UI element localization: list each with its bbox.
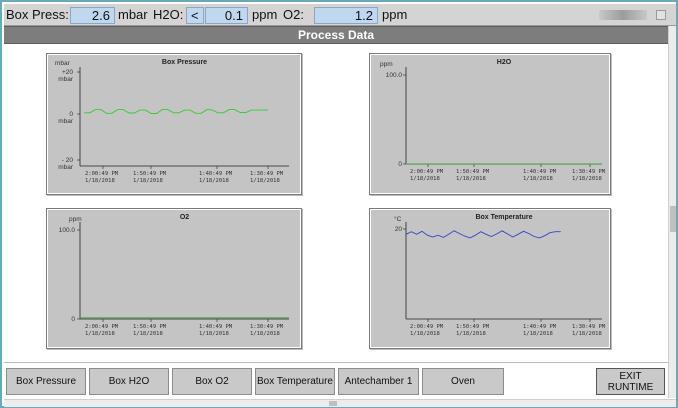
horizontal-scroll-thumb[interactable]: [329, 401, 337, 406]
x-tick-label-date: 1/18/2018: [250, 331, 280, 337]
x-tick-label-date: 1/18/2018: [199, 331, 229, 337]
x-tick-label-time: 2:00:49 PM: [410, 169, 444, 175]
chart-svg: O2ppm100.002:00:49 PM1/18/20181:50:49 PM…: [48, 210, 300, 347]
x-tick-label-time: 1:30:49 PM: [250, 324, 284, 330]
x-tick-label-date: 1/18/2018: [523, 176, 553, 182]
y-tick-label: - 20: [62, 157, 74, 164]
chart-unit-label: ppm: [380, 61, 393, 68]
chart-unit-label: °C: [394, 215, 402, 223]
box-pressure-button[interactable]: Box Pressure: [6, 368, 86, 395]
chart-panel-box-pressure: Box Pressure mbar +20 mbar 0 mbar - 20 mbar 2:00…: [46, 53, 302, 195]
y-tick-label: 100.0: [59, 227, 76, 234]
chart-title: Box Temperature: [475, 214, 532, 221]
antechamber-button[interactable]: Antechamber 1: [338, 368, 419, 395]
o2-value: 1.2: [314, 7, 378, 24]
chart-svg: Box Pressurembar+20mbar0mbar- 20mbar2:00…: [48, 55, 300, 193]
vertical-scrollbar[interactable]: [668, 26, 676, 398]
vertical-scroll-thumb[interactable]: [670, 206, 676, 232]
window-control-icon[interactable]: [656, 10, 666, 20]
chart-svg: Box Temperature°C202:00:49 PM1/18/20181:…: [371, 210, 609, 347]
y-tick-unit-label: mbar: [58, 76, 74, 83]
x-tick-label-date: 1/18/2018: [85, 331, 115, 337]
y-tick-unit-label: mbar: [58, 164, 74, 171]
x-tick-label-date: 1/18/2018: [456, 331, 486, 337]
x-tick-label-date: 1/18/2018: [133, 178, 163, 184]
horizontal-scrollbar[interactable]: [4, 399, 676, 407]
h2o-value: 0.1: [205, 7, 248, 24]
exit-runtime-button[interactable]: EXIT RUNTIME: [596, 368, 665, 395]
button-bar: Box Pressure Box H2O Box O2 Box Temperat…: [4, 362, 668, 398]
x-tick-label-time: 1:30:49 PM: [572, 169, 606, 175]
x-tick-label-time: 1:50:49 PM: [456, 324, 490, 330]
box-o2-button[interactable]: Box O2: [172, 368, 252, 395]
o2-label: O2:: [283, 7, 304, 22]
x-tick-label-date: 1/18/2018: [523, 331, 553, 337]
oven-button[interactable]: Oven: [422, 368, 504, 395]
x-tick-label-date: 1/18/2018: [410, 331, 440, 337]
box-press-label: Box Press:: [6, 7, 69, 22]
box-h2o-button[interactable]: Box H2O: [89, 368, 169, 395]
h2o-label: H2O:: [153, 7, 184, 22]
chart-svg: H2Oppm100.002:00:49 PM1/18/20181:50:49 P…: [371, 55, 609, 193]
y-tick-label: 20: [395, 226, 403, 233]
chart-title: Box Pressure: [162, 59, 207, 66]
app-window: Box Press: 2.6 mbar H2O: < 0.1 ppm O2: 1…: [0, 0, 678, 408]
y-tick-label: 0: [71, 316, 75, 323]
chart-unit-label: ppm: [69, 216, 82, 223]
box-temperature-button[interactable]: Box Temperature: [255, 368, 335, 395]
box-press-unit: mbar: [118, 7, 148, 22]
h2o-less-than: <: [186, 7, 204, 24]
x-tick-label-date: 1/18/2018: [85, 178, 115, 184]
y-tick-label: 0: [398, 161, 402, 168]
chart-panel-box-temperature: Box Temperature °C 20 2:00:49 PM 1/18/2018 1:…: [369, 208, 611, 349]
chart-title: O2: [180, 214, 189, 221]
x-tick-label-date: 1/18/2018: [572, 176, 602, 182]
x-tick-label-time: 1:50:49 PM: [133, 171, 167, 177]
chart-panel-h2o: H2O ppm 100.0 0 2:00:49 PM 1/18/2018 1:50:49 P…: [369, 53, 611, 195]
x-tick-label-time: 1:40:49 PM: [523, 324, 557, 330]
x-tick-label-date: 1/18/2018: [572, 331, 602, 337]
x-tick-label-date: 1/18/2018: [410, 176, 440, 182]
x-tick-label-time: 2:00:49 PM: [410, 324, 444, 330]
x-tick-label-time: 1:30:49 PM: [250, 171, 284, 177]
y-tick-label: +20: [62, 69, 73, 76]
x-tick-label-time: 1:30:49 PM: [572, 324, 606, 330]
status-bar: Box Press: 2.6 mbar H2O: < 0.1 ppm O2: 1…: [4, 4, 676, 26]
x-tick-label-time: 1:50:49 PM: [133, 324, 167, 330]
y-tick-label: 100.0: [386, 72, 403, 79]
o2-unit: ppm: [382, 7, 408, 22]
x-tick-label-date: 1/18/2018: [456, 176, 486, 182]
x-tick-label-date: 1/18/2018: [250, 178, 280, 184]
x-tick-label-time: 1:50:49 PM: [456, 169, 490, 175]
x-tick-label-date: 1/18/2018: [199, 178, 229, 184]
x-tick-label-time: 1:40:49 PM: [199, 324, 233, 330]
chart-panel-o2: O2 ppm 100.0 0 2:00:49 PM 1/18/2018 1:50:49 PM…: [46, 208, 302, 349]
page-title: Process Data: [297, 28, 375, 42]
y-tick-label: 0: [69, 111, 73, 118]
x-tick-label-time: 2:00:49 PM: [85, 324, 119, 330]
box-press-value: 2.6: [70, 7, 115, 24]
x-tick-label-time: 2:00:49 PM: [85, 171, 119, 177]
x-tick-label-time: 1:40:49 PM: [523, 169, 557, 175]
h2o-unit: ppm: [252, 7, 278, 22]
y-tick-unit-label: mbar: [58, 118, 74, 125]
x-tick-label-time: 1:40:49 PM: [199, 171, 233, 177]
x-tick-label-date: 1/18/2018: [133, 331, 163, 337]
page-title-bar: Process Data: [4, 26, 668, 44]
chart-title: H2O: [497, 59, 512, 66]
blurred-info: [599, 10, 647, 20]
chart-unit-label: mbar: [55, 60, 71, 67]
